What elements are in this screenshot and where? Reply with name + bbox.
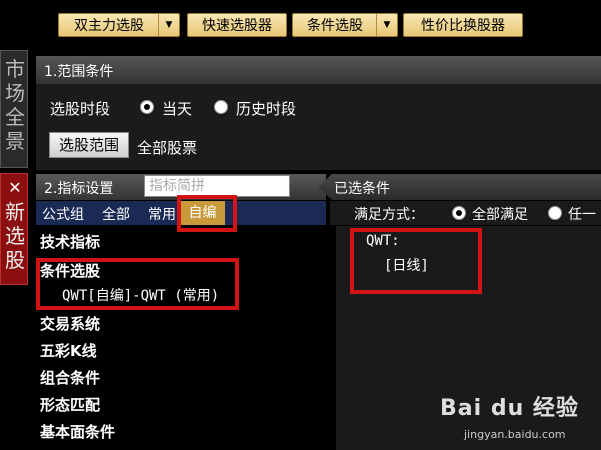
condition-select-label: 条件选股 — [307, 18, 363, 34]
tab-common[interactable]: 常用 — [148, 204, 176, 224]
selected-header: 已选条件 — [318, 174, 601, 200]
tree-item-technical[interactable]: 技术指标 — [40, 231, 100, 252]
radio-match-any-label[interactable]: 任一 — [568, 204, 596, 224]
highlight-selected-condition — [350, 228, 482, 294]
radio-match-all-label[interactable]: 全部满足 — [472, 204, 528, 224]
value-swap-button[interactable]: 性价比换股器 — [403, 13, 523, 37]
chevron-down-icon[interactable]: ▼ — [158, 14, 179, 36]
tree-item-fundamental[interactable]: 基本面条件 — [40, 421, 115, 442]
indicator-header-title: 2.指标设置 — [44, 181, 114, 197]
tab-market-overview[interactable]: 市场全景 — [0, 50, 28, 168]
period-label: 选股时段 — [50, 100, 111, 118]
top-toolbar: 双主力选股 ▼ 快速选股器 条件选股 ▼ 性价比换股器 — [0, 0, 601, 44]
range-value: 全部股票 — [137, 139, 198, 157]
close-icon[interactable]: ✕ — [4, 176, 26, 200]
tree-item-combined[interactable]: 组合条件 — [40, 367, 100, 388]
tab-new-label: 新选股 — [5, 200, 25, 272]
tree-item-pattern-match[interactable]: 形态匹配 — [40, 394, 100, 415]
dual-main-force-label: 双主力选股 — [74, 18, 144, 34]
tree-item-trading-system[interactable]: 交易系统 — [40, 313, 100, 334]
watermark-url: jingyan.baidu.com — [464, 428, 566, 441]
select-range-button[interactable]: 选股范围 — [49, 132, 129, 158]
radio-today[interactable] — [140, 100, 154, 114]
quick-selector-button[interactable]: 快速选股器 — [187, 13, 287, 37]
selected-header-title: 已选条件 — [334, 181, 390, 197]
tab-market-label: 市场全景 — [5, 57, 25, 153]
watermark-logo: Bai du 经验 — [440, 396, 579, 421]
highlight-formula — [36, 258, 239, 310]
range-header-title: 1.范围条件 — [44, 64, 114, 80]
radio-match-any[interactable] — [548, 206, 562, 220]
tab-formula-group[interactable]: 公式组 — [42, 204, 84, 224]
chevron-down-icon[interactable]: ▼ — [376, 14, 397, 36]
match-mode-label: 满足方式： — [354, 207, 424, 223]
indicator-search-input[interactable] — [144, 175, 290, 197]
tab-all[interactable]: 全部 — [102, 204, 130, 224]
highlight-custom-tab — [177, 195, 237, 232]
radio-history[interactable] — [214, 100, 228, 114]
radio-history-label[interactable]: 历史时段 — [236, 98, 296, 119]
match-mode-row: 满足方式： 全部满足 任一 — [330, 201, 601, 225]
tab-new-selection[interactable]: ✕ 新选股 — [0, 173, 28, 285]
radio-today-label[interactable]: 当天 — [162, 98, 192, 119]
dual-main-force-button[interactable]: 双主力选股 ▼ — [58, 13, 180, 37]
range-header: 1.范围条件 — [36, 56, 601, 84]
radio-match-all[interactable] — [452, 206, 466, 220]
condition-select-button[interactable]: 条件选股 ▼ — [292, 13, 398, 37]
tree-item-colored-kline[interactable]: 五彩K线 — [40, 340, 97, 361]
